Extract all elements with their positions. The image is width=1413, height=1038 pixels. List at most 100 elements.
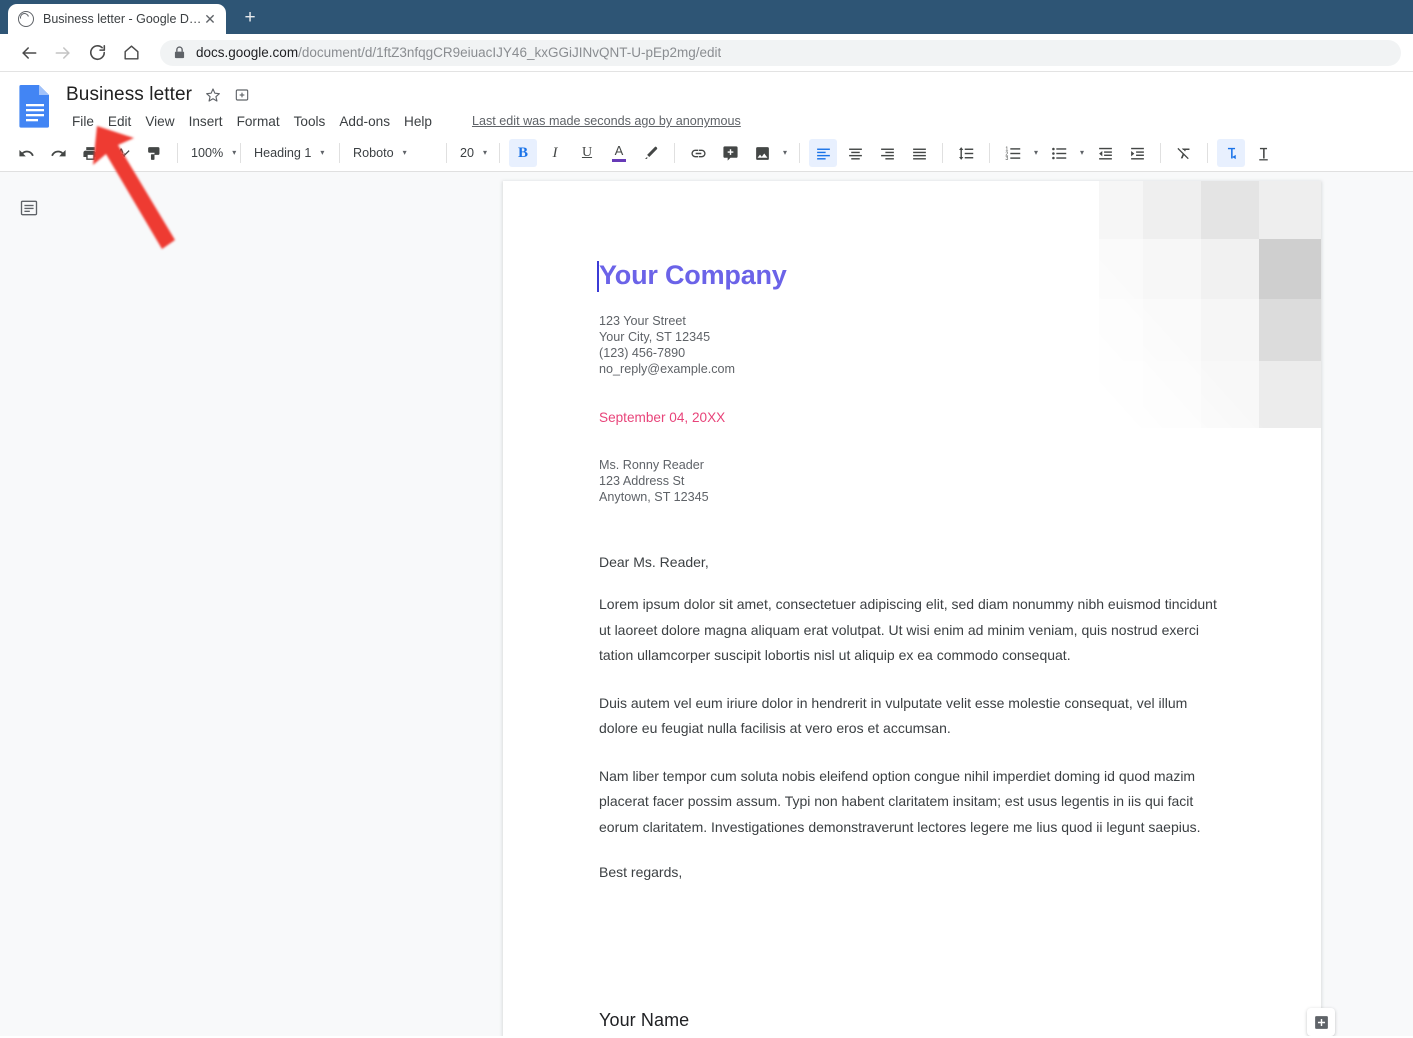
font-size-selector[interactable]: 20 ▾ xyxy=(454,140,492,166)
company-heading: Your Company xyxy=(597,260,1225,292)
numbered-list-icon: 123 xyxy=(1005,146,1020,161)
last-edit-link[interactable]: Last edit was made seconds ago by anonym… xyxy=(472,114,741,128)
page-title[interactable]: Business letter xyxy=(66,84,192,106)
letter-signoff: Best regards, xyxy=(599,864,683,880)
align-center-button[interactable] xyxy=(841,139,869,167)
decrease-indent-button[interactable] xyxy=(1091,139,1119,167)
toolbar-divider xyxy=(942,143,943,163)
line-spacing-icon xyxy=(958,146,973,160)
clear-formatting-icon xyxy=(1176,147,1189,159)
new-tab-button[interactable]: + xyxy=(236,4,264,32)
menu-item-tools[interactable]: Tools xyxy=(287,112,333,131)
align-justify-button[interactable] xyxy=(905,139,933,167)
editing-mode-icon xyxy=(1227,147,1236,159)
text-color-swatch xyxy=(612,159,626,162)
toolbar-divider xyxy=(499,143,500,163)
tab-title: Business letter - Google Docs xyxy=(43,12,202,26)
text-color-icon: A xyxy=(614,143,624,158)
address-bar[interactable]: docs.google.com/document/d/1ftZ3nfqgCR9e… xyxy=(160,39,1401,66)
print-icon[interactable] xyxy=(76,139,104,167)
menu-item-add-ons[interactable]: Add-ons xyxy=(332,112,397,131)
toolbar-divider xyxy=(339,143,340,163)
toolbar-divider xyxy=(674,143,675,163)
zoom-selector[interactable]: 100% ▾ xyxy=(185,140,236,166)
document-page[interactable]: Your Company 123 Your Street Your City, … xyxy=(503,181,1321,1036)
increase-indent-icon xyxy=(1130,147,1144,160)
recipient-address-block: Ms. Ronny Reader 123 Address St Anytown,… xyxy=(599,457,1225,505)
increase-indent-button[interactable] xyxy=(1123,139,1151,167)
doc-title-row: Business letter xyxy=(66,84,1413,106)
italic-icon: I xyxy=(552,144,558,161)
chevron-down-icon: ▾ xyxy=(402,148,407,157)
text-color-button[interactable]: A xyxy=(605,139,633,167)
italic-button[interactable]: I xyxy=(541,139,569,167)
back-icon[interactable] xyxy=(12,36,46,70)
docs-menubar: File Edit View Insert Format Tools Add-o… xyxy=(66,110,1413,132)
lock-icon xyxy=(174,46,185,59)
paragraph-style-selector[interactable]: Heading 1 ▾ xyxy=(248,140,332,166)
menu-item-format[interactable]: Format xyxy=(230,112,287,131)
chevron-down-icon[interactable]: ▾ xyxy=(1075,149,1089,157)
toolbar-divider xyxy=(177,143,178,163)
paint-format-icon[interactable] xyxy=(140,139,168,167)
numbered-list-button[interactable]: 123 xyxy=(999,139,1027,167)
align-right-button[interactable] xyxy=(873,139,901,167)
font-family-selector[interactable]: Roboto ▾ xyxy=(347,140,439,166)
font-size-value: 20 xyxy=(460,146,475,160)
star-outline-icon[interactable] xyxy=(205,87,221,103)
url-path: /document/d/1ftZ3nfqgCR9eiuacIJY46_kxGGi… xyxy=(298,45,722,60)
menu-item-view[interactable]: View xyxy=(138,112,181,131)
move-to-folder-icon[interactable] xyxy=(234,87,250,103)
toolbar-divider xyxy=(1207,143,1208,163)
docs-toolbar: 100% ▾ Heading 1 ▾ Roboto ▾ 20 ▾ B I U A xyxy=(0,135,1413,172)
menu-item-insert[interactable]: Insert xyxy=(182,112,230,131)
font-family-value: Roboto xyxy=(353,146,394,160)
clear-formatting-button[interactable] xyxy=(1170,139,1198,167)
browser-tab[interactable]: Business letter - Google Docs ✕ xyxy=(8,4,226,34)
bulleted-list-button[interactable] xyxy=(1045,139,1073,167)
hide-menus-button[interactable] xyxy=(1249,139,1277,167)
add-comment-icon xyxy=(722,145,738,161)
hide-menus-icon xyxy=(1258,147,1268,160)
sender-city: Your City, ST 12345 xyxy=(599,330,711,344)
menu-item-help[interactable]: Help xyxy=(397,112,439,131)
recipient-name: Ms. Ronny Reader xyxy=(599,458,704,472)
menu-item-file[interactable]: File xyxy=(65,112,101,131)
insert-image-button[interactable] xyxy=(748,139,776,167)
align-left-button[interactable] xyxy=(809,139,837,167)
spellcheck-icon[interactable] xyxy=(108,139,136,167)
editing-mode-button[interactable] xyxy=(1217,139,1245,167)
company-heading-text: Your Company xyxy=(599,260,787,290)
toolbar-divider xyxy=(799,143,800,163)
chevron-down-icon[interactable]: ▾ xyxy=(778,149,792,157)
line-spacing-button[interactable] xyxy=(952,139,980,167)
decrease-indent-icon xyxy=(1098,147,1112,160)
highlight-button[interactable] xyxy=(637,139,665,167)
add-comment-button[interactable] xyxy=(716,139,744,167)
add-comment-fab[interactable] xyxy=(1307,1008,1335,1036)
docs-header: Business letter File Edit View Insert Fo… xyxy=(0,72,1413,135)
home-icon[interactable] xyxy=(114,36,148,70)
underline-button[interactable]: U xyxy=(573,139,601,167)
browser-toolbar: docs.google.com/document/d/1ftZ3nfqgCR9e… xyxy=(0,34,1413,72)
google-docs-logo[interactable] xyxy=(18,84,52,128)
bold-button[interactable]: B xyxy=(509,139,537,167)
insert-link-button[interactable] xyxy=(684,139,712,167)
bulleted-list-icon xyxy=(1051,147,1066,159)
document-content[interactable]: Your Company 123 Your Street Your City, … xyxy=(503,181,1321,1036)
menu-item-edit[interactable]: Edit xyxy=(101,112,138,131)
letter-paragraph: Lorem ipsum dolor sit amet, consectetuer… xyxy=(599,596,1217,663)
document-outline-icon[interactable] xyxy=(18,197,40,219)
redo-icon[interactable] xyxy=(44,139,72,167)
browser-tab-strip: Business letter - Google Docs ✕ + xyxy=(0,0,1413,34)
chevron-down-icon[interactable]: ▾ xyxy=(1029,149,1043,157)
reload-icon[interactable] xyxy=(80,36,114,70)
recipient-city: Anytown, ST 12345 xyxy=(599,490,709,504)
undo-icon[interactable] xyxy=(12,139,40,167)
letter-salutation: Dear Ms. Reader, xyxy=(599,554,709,570)
close-icon[interactable]: ✕ xyxy=(202,11,218,27)
zoom-value: 100% xyxy=(191,146,224,160)
recipient-street: 123 Address St xyxy=(599,474,685,488)
sender-phone: (123) 456-7890 xyxy=(599,346,686,360)
docs-header-content: Business letter File Edit View Insert Fo… xyxy=(66,82,1413,132)
